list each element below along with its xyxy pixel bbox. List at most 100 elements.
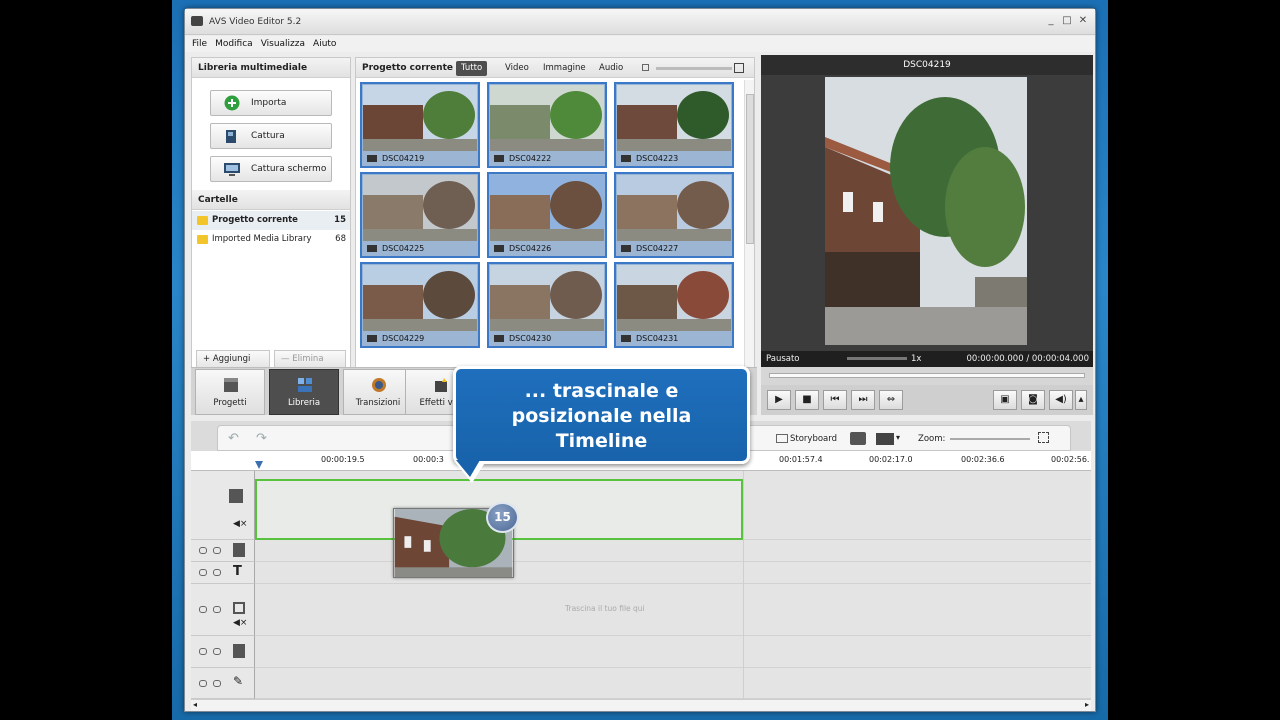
snapshot-settings-button[interactable]: ▣: [993, 390, 1017, 410]
audio-track-header: [191, 636, 255, 668]
preview-title: DSC04219: [761, 55, 1093, 75]
menu-modifica[interactable]: Modifica: [215, 36, 253, 52]
eye-icon[interactable]: [199, 680, 207, 687]
mute-icon[interactable]: ◀×: [233, 618, 247, 628]
stop-button[interactable]: ■: [795, 390, 819, 410]
projects-button[interactable]: Progetti: [195, 369, 265, 415]
media-thumbnail[interactable]: DSC04229: [360, 262, 480, 348]
filter-all[interactable]: Tutto: [456, 61, 488, 76]
filter-video[interactable]: Video: [500, 61, 534, 76]
media-thumbnail[interactable]: DSC04225: [360, 172, 480, 258]
filter-audio[interactable]: Audio: [594, 61, 628, 76]
display-mode-icon[interactable]: [876, 433, 894, 445]
thumbnail-label: DSC04222: [489, 151, 605, 166]
seek-bar[interactable]: [761, 367, 1093, 385]
media-scrollbar[interactable]: [744, 80, 754, 372]
previous-button[interactable]: ⏮: [823, 390, 847, 410]
next-button[interactable]: ⏭: [851, 390, 875, 410]
callout-line-3: Timeline: [555, 430, 648, 452]
capture-button[interactable]: Cattura: [210, 123, 332, 149]
storyboard-button[interactable]: Storyboard: [790, 434, 837, 444]
app-window: AVS Video Editor 5.2 _ □ ✕ File Modifica…: [184, 8, 1096, 712]
stop-icon: ■: [802, 394, 812, 405]
mute-icon[interactable]: ◀×: [233, 519, 247, 529]
volume-button[interactable]: ◀): [1049, 390, 1073, 410]
play-button[interactable]: ▶: [767, 390, 791, 410]
voice-track[interactable]: [255, 668, 1091, 699]
playhead-marker[interactable]: [255, 461, 263, 469]
folder-imported-media[interactable]: Imported Media Library 68: [192, 230, 350, 249]
add-icon: [224, 95, 240, 111]
media-thumbnail[interactable]: DSC04219: [360, 82, 480, 168]
lock-icon[interactable]: [213, 680, 221, 687]
microphone-icon: ✎: [233, 674, 244, 688]
timeline-zoom-slider[interactable]: [950, 438, 1030, 440]
lock-icon[interactable]: [213, 569, 221, 576]
overlay-track[interactable]: Trascina il tuo file qui: [255, 584, 1091, 636]
large-thumb-icon[interactable]: [734, 63, 744, 73]
menu-aiuto[interactable]: Aiuto: [313, 36, 336, 52]
timeline-tracks: ◀× Trascina il tuo file qui T ◀× Trascin…: [191, 471, 1091, 699]
library-title: Libreria multimediale: [192, 58, 350, 78]
import-button[interactable]: Importa: [210, 90, 332, 116]
overlay-track-header: ◀×: [191, 584, 255, 636]
transitions-label: Transizioni: [355, 398, 401, 408]
remove-folder-button[interactable]: — Elimina: [274, 350, 346, 368]
minimize-button[interactable]: _: [1045, 15, 1057, 27]
lock-icon[interactable]: [213, 547, 221, 554]
speed-slider[interactable]: [847, 357, 907, 360]
thumbnail-label: DSC04230: [489, 331, 605, 346]
media-thumbnail[interactable]: DSC04227: [614, 172, 734, 258]
fullscreen-button[interactable]: ⇔: [879, 390, 903, 410]
folder-current-project[interactable]: Progetto corrente 15: [192, 211, 350, 230]
media-thumbnail[interactable]: DSC04226: [487, 172, 607, 258]
small-thumb-icon[interactable]: [642, 64, 649, 71]
eye-icon[interactable]: [199, 569, 207, 576]
undo-icon[interactable]: ↶: [228, 431, 239, 446]
menu-visualizza[interactable]: Visualizza: [261, 36, 305, 52]
media-thumbnail[interactable]: DSC04231: [614, 262, 734, 348]
camera-icon: [226, 130, 236, 143]
screen-capture-button[interactable]: Cattura schermo: [210, 156, 332, 182]
redo-icon[interactable]: ↷: [256, 431, 267, 446]
thumbnail-image: [617, 175, 731, 241]
eye-icon[interactable]: [199, 547, 207, 554]
skip-forward-icon: ⏭: [858, 394, 868, 405]
fit-zoom-icon[interactable]: [1038, 432, 1049, 443]
audio-track-icon: [233, 644, 245, 658]
thumbnail-image: [363, 265, 477, 331]
menu-bar: File Modifica Visualizza Aiuto: [185, 36, 1095, 52]
chevron-up-icon: ▴: [1078, 394, 1084, 405]
capture-label: Cattura: [251, 131, 285, 141]
menu-file[interactable]: File: [192, 36, 207, 52]
library-button[interactable]: Libreria: [269, 369, 339, 415]
audio-track[interactable]: [255, 636, 1091, 668]
media-thumbnail[interactable]: DSC04222: [487, 82, 607, 168]
scroll-right-icon[interactable]: ▸: [1085, 700, 1089, 709]
filter-image[interactable]: Immagine: [538, 61, 591, 76]
timeline-scrollbar[interactable]: ◂ ▸: [191, 699, 1091, 711]
thumb-size-slider[interactable]: [656, 67, 732, 70]
maximize-button[interactable]: □: [1061, 15, 1073, 27]
transitions-button[interactable]: Transizioni: [343, 369, 413, 415]
chevron-down-icon[interactable]: ▾: [896, 433, 900, 442]
eye-icon[interactable]: [199, 606, 207, 613]
text-track[interactable]: [255, 562, 1091, 584]
monitor-icon: [224, 163, 240, 176]
title-bar: AVS Video Editor 5.2 _ □ ✕: [185, 9, 1095, 35]
close-button[interactable]: ✕: [1077, 15, 1089, 27]
volume-dropdown-button[interactable]: ▴: [1075, 390, 1087, 410]
thumbnail-image: [363, 85, 477, 151]
text-track-icon: T: [233, 564, 242, 579]
lock-icon[interactable]: [213, 648, 221, 655]
eye-icon[interactable]: [199, 648, 207, 655]
lock-icon[interactable]: [213, 606, 221, 613]
media-thumbnail[interactable]: DSC04230: [487, 262, 607, 348]
callout-line-2: posizionale nella: [511, 405, 692, 427]
add-folder-button[interactable]: + Aggiungi: [196, 350, 270, 368]
narration-icon[interactable]: [850, 432, 866, 445]
snapshot-button[interactable]: ◙: [1021, 390, 1045, 410]
scroll-left-icon[interactable]: ◂: [193, 700, 197, 709]
media-thumbnail[interactable]: DSC04223: [614, 82, 734, 168]
effects-track[interactable]: [255, 540, 1091, 562]
